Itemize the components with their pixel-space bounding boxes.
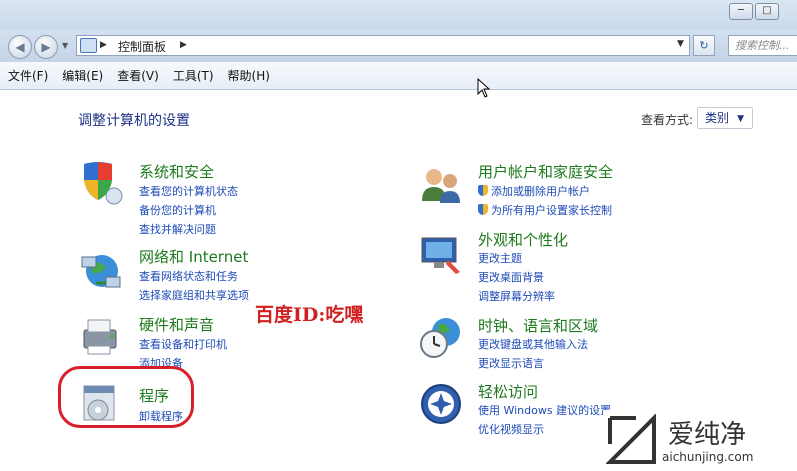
link-view-computer-status[interactable]: 查看您的计算机状态 [139, 183, 238, 199]
menu-file[interactable]: 文件(F) [8, 67, 48, 84]
watermark-text: 百度ID:吃嘿 [255, 304, 364, 326]
view-by-label: 查看方式: [641, 113, 694, 127]
link-network-status[interactable]: 查看网络状态和任务 [139, 268, 238, 284]
link-homegroup-sharing[interactable]: 选择家庭组和共享选项 [139, 287, 249, 303]
breadcrumb-control-panel[interactable]: 控制面板 [118, 38, 166, 55]
menu-bar: 文件(F) 编辑(E) 查看(V) 工具(T) 帮助(H) [0, 62, 797, 90]
category-clock-language-region[interactable]: 时钟、语言和区域 [478, 315, 598, 336]
link-desktop-background[interactable]: 更改桌面背景 [478, 269, 544, 285]
window-controls: ─ □ [729, 3, 779, 20]
site-logo-icon [606, 414, 656, 464]
address-bar[interactable] [76, 35, 690, 56]
link-label: 为所有用户设置家长控制 [491, 204, 612, 217]
back-button[interactable]: ◀ [8, 35, 32, 59]
menu-edit[interactable]: 编辑(E) [62, 67, 103, 84]
network-icon [81, 255, 121, 288]
link-add-remove-accounts[interactable]: 添加或删除用户帐户 [478, 183, 590, 199]
accessibility-icon [421, 384, 461, 424]
category-system-security[interactable]: 系统和安全 [139, 161, 214, 182]
users-icon [422, 169, 460, 203]
site-logo-text: 爱纯净 [668, 420, 747, 450]
breadcrumb-arrow-icon[interactable]: ▶ [100, 40, 107, 50]
page-title: 调整计算机的设置 [78, 113, 190, 129]
category-user-accounts[interactable]: 用户帐户和家庭安全 [478, 161, 613, 182]
category-network-internet[interactable]: 网络和 Internet [139, 246, 248, 267]
link-screen-resolution[interactable]: 调整屏幕分辨率 [478, 288, 555, 304]
title-bar [0, 0, 797, 30]
link-parental-controls[interactable]: 为所有用户设置家长控制 [478, 202, 612, 218]
breadcrumb-arrow-icon[interactable]: ▶ [180, 40, 187, 50]
chevron-down-icon: ▼ [737, 114, 744, 124]
link-label: 添加或删除用户帐户 [491, 185, 590, 198]
highlight-circle [58, 366, 194, 428]
control-panel-icon [80, 38, 97, 53]
link-windows-suggested-settings[interactable]: 使用 Windows 建议的设置 [478, 402, 611, 418]
menu-view[interactable]: 查看(V) [117, 67, 159, 84]
uac-shield-icon [478, 204, 488, 215]
appearance-icon [421, 237, 460, 274]
category-appearance[interactable]: 外观和个性化 [478, 229, 568, 250]
category-hardware-sound[interactable]: 硬件和声音 [139, 314, 214, 335]
minimize-button[interactable]: ─ [729, 3, 753, 20]
mouse-cursor-icon [477, 78, 491, 98]
printer-icon [83, 319, 117, 355]
link-devices-printers[interactable]: 查看设备和打印机 [139, 336, 227, 352]
menu-tools[interactable]: 工具(T) [173, 67, 214, 84]
link-backup-computer[interactable]: 备份您的计算机 [139, 202, 216, 218]
site-logo-url: aichunjing.com [662, 450, 754, 464]
link-display-language[interactable]: 更改显示语言 [478, 355, 544, 371]
link-find-fix-problems[interactable]: 查找并解决问题 [139, 221, 216, 237]
view-by-dropdown[interactable]: 类别 ▼ [697, 107, 753, 129]
recent-pages-chevron-icon[interactable]: ▼ [62, 41, 68, 50]
forward-button[interactable]: ▶ [34, 35, 58, 59]
maximize-button[interactable]: □ [755, 3, 779, 20]
refresh-button[interactable]: ↻ [693, 35, 715, 56]
shield-icon [84, 162, 123, 205]
search-input[interactable]: 搜索控制... [728, 35, 797, 56]
clock-globe-icon [420, 318, 460, 358]
address-dropdown-icon[interactable]: ▼ [677, 39, 684, 49]
link-optimize-video-display[interactable]: 优化视频显示 [478, 421, 544, 437]
menu-help[interactable]: 帮助(H) [228, 67, 270, 84]
uac-shield-icon [478, 185, 488, 196]
link-change-theme[interactable]: 更改主题 [478, 250, 522, 266]
view-by-value: 类别 [705, 111, 730, 125]
link-change-keyboards[interactable]: 更改键盘或其他输入法 [478, 336, 588, 352]
category-ease-of-access[interactable]: 轻松访问 [478, 381, 538, 402]
